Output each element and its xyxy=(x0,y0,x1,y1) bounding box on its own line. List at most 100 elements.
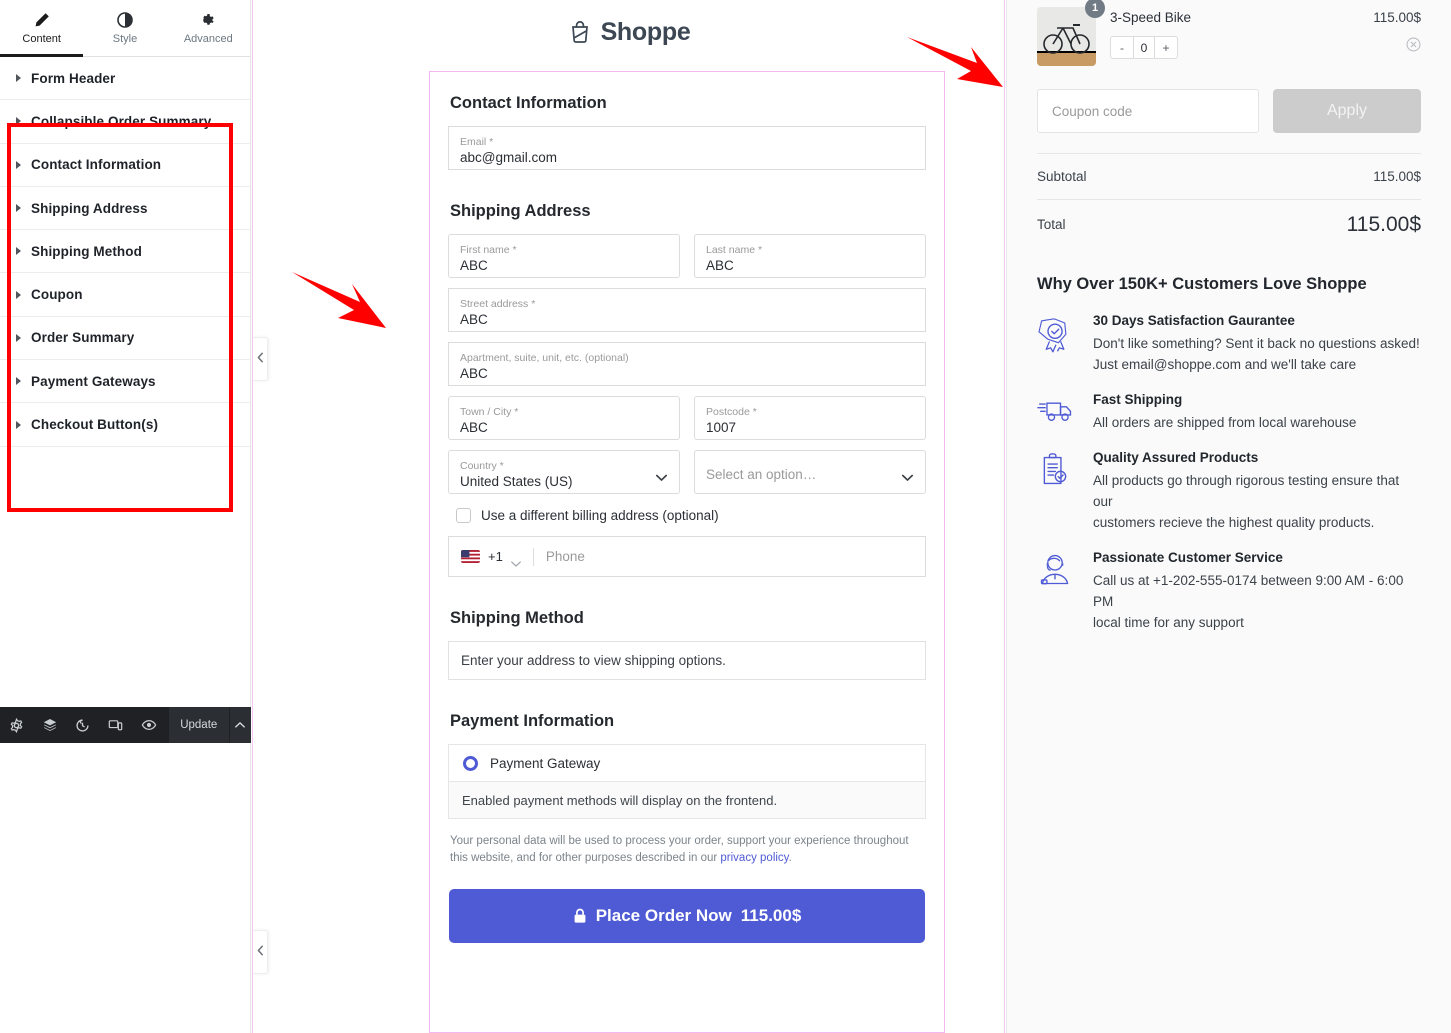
first-name-field[interactable]: First name * ABC xyxy=(448,234,680,278)
order-summary-panel: 1 3-Speed Bike - 0 + 115.00$ Coupon code… xyxy=(1006,0,1451,1033)
quantity-value[interactable]: 0 xyxy=(1133,37,1155,58)
history-icon[interactable] xyxy=(66,707,99,743)
quantity-increase-button[interactable]: + xyxy=(1155,37,1177,58)
section-label: Contact Information xyxy=(31,157,162,173)
section-label: Order Summary xyxy=(31,330,135,346)
quantity-decrease-button[interactable]: - xyxy=(1111,37,1133,58)
postcode-value: 1007 xyxy=(706,419,737,435)
gear-icon xyxy=(200,12,216,28)
shipping-address-title: Shipping Address xyxy=(450,202,591,220)
country-select[interactable]: Country * United States (US) xyxy=(448,450,680,494)
section-label: Form Header xyxy=(31,70,116,86)
total-label: Total xyxy=(1037,217,1066,232)
place-order-label: Place Order Now xyxy=(595,906,732,925)
place-order-amount: 115.00$ xyxy=(740,906,802,925)
caret-right-icon xyxy=(16,377,21,386)
responsive-mode-icon[interactable] xyxy=(99,707,132,743)
billing-address-label: Use a different billing address (optiona… xyxy=(481,508,719,523)
caret-right-icon xyxy=(16,204,21,213)
benefit-line-2: customers recieve the highest quality pr… xyxy=(1093,515,1375,530)
quantity-stepper[interactable]: - 0 + xyxy=(1110,36,1178,59)
country-label: Country * xyxy=(460,459,504,472)
remove-circle-icon[interactable] xyxy=(1406,37,1421,57)
benefit-title: 30 Days Satisfaction Gaurantee xyxy=(1093,313,1295,328)
section-item-coupon[interactable]: Coupon xyxy=(0,273,250,317)
benefit-text-block: Fast Shipping All orders are shipped fro… xyxy=(1093,392,1356,433)
cart-item: 1 3-Speed Bike - 0 + 115.00$ xyxy=(1037,0,1421,66)
payment-gateway-option[interactable]: Payment Gateway xyxy=(448,744,926,782)
phone-dial-code: +1 xyxy=(488,549,503,564)
section-item-order-summary[interactable]: Order Summary xyxy=(0,316,250,361)
editor-panel: Content Style Advanced Form Header Colla… xyxy=(0,0,251,1033)
settings-gear-icon[interactable] xyxy=(0,707,33,743)
canvas-collapse-handle-bottom[interactable] xyxy=(253,930,268,974)
total-row: Total 115.00$ xyxy=(1037,199,1421,249)
bicycle-photo xyxy=(1037,7,1096,66)
update-button[interactable]: Update xyxy=(169,707,229,743)
section-item-form-header[interactable]: Form Header xyxy=(0,57,250,101)
privacy-text: Your personal data will be used to proce… xyxy=(450,835,909,864)
chevron-up-icon[interactable] xyxy=(228,707,251,743)
benefit-line-1: Don't like something? Sent it back no qu… xyxy=(1093,336,1420,351)
benefit-title: Fast Shipping xyxy=(1093,392,1183,407)
section-item-contact-information[interactable]: Contact Information xyxy=(0,143,250,187)
guarantee-badge-icon xyxy=(1037,313,1077,375)
canvas-collapse-handle-top[interactable] xyxy=(253,337,268,381)
headset-agent-icon xyxy=(1037,550,1077,633)
street-address-field[interactable]: Street address * ABC xyxy=(448,288,926,332)
privacy-suffix: . xyxy=(788,852,792,864)
section-item-shipping-address[interactable]: Shipping Address xyxy=(0,186,250,231)
billing-address-checkbox[interactable] xyxy=(456,508,471,523)
layers-icon[interactable] xyxy=(33,707,66,743)
street-address-label: Street address * xyxy=(460,297,536,310)
section-item-collapsible-order-summary[interactable]: Collapsible Order Summary xyxy=(0,100,250,144)
payment-gateway-radio[interactable] xyxy=(463,755,478,771)
apply-coupon-button[interactable]: Apply xyxy=(1273,89,1421,133)
store-brand: Shoppe xyxy=(253,0,1004,58)
billing-address-checkbox-row[interactable]: Use a different billing address (optiona… xyxy=(448,494,926,536)
city-field[interactable]: Town / City * ABC xyxy=(448,396,680,440)
tab-content[interactable]: Content xyxy=(0,0,84,57)
us-flag-icon xyxy=(461,550,480,563)
preview-eye-icon[interactable] xyxy=(132,707,165,743)
total-value: 115.00$ xyxy=(1346,212,1421,236)
editor-tabs: Content Style Advanced xyxy=(0,0,250,57)
section-item-payment-gateways[interactable]: Payment Gateways xyxy=(0,360,250,404)
state-select[interactable]: Select an option… xyxy=(694,450,926,494)
last-name-field[interactable]: Last name * ABC xyxy=(694,234,926,278)
benefit-text-block: Passionate Customer Service Call us at +… xyxy=(1093,550,1421,633)
chevron-left-icon xyxy=(257,350,264,368)
coupon-input[interactable]: Coupon code xyxy=(1037,89,1259,133)
divider xyxy=(532,547,534,566)
phone-placeholder: Phone xyxy=(545,549,585,564)
subtotal-value: 115.00$ xyxy=(1373,169,1421,184)
section-label: Payment Gateways xyxy=(31,373,156,389)
cart-item-name: 3-Speed Bike xyxy=(1110,10,1192,25)
phone-field[interactable]: +1 Phone xyxy=(448,536,926,577)
postcode-label: Postcode * xyxy=(706,405,757,418)
email-field[interactable]: Email * abc@gmail.com xyxy=(448,126,926,170)
editor-bottom-bar: Update xyxy=(0,707,251,743)
benefit-text-block: Quality Assured Products All products go… xyxy=(1093,450,1421,533)
section-item-shipping-method[interactable]: Shipping Method xyxy=(0,230,250,274)
section-item-checkout-buttons[interactable]: Checkout Button(s) xyxy=(0,403,250,447)
subtotal-row: Subtotal 115.00$ xyxy=(1037,153,1421,199)
shipping-method-title: Shipping Method xyxy=(450,609,584,627)
section-label: Shipping Address xyxy=(31,200,148,216)
cart-item-qty-badge: 1 xyxy=(1085,0,1105,18)
chevron-down-icon[interactable] xyxy=(510,554,521,567)
privacy-policy-link[interactable]: privacy policy xyxy=(720,852,788,864)
subtotal-label: Subtotal xyxy=(1037,169,1087,184)
tab-style[interactable]: Style xyxy=(83,0,166,56)
postcode-field[interactable]: Postcode * 1007 xyxy=(694,396,926,440)
tab-advanced[interactable]: Advanced xyxy=(167,0,250,56)
city-value: ABC xyxy=(460,419,488,435)
apartment-field[interactable]: Apartment, suite, unit, etc. (optional) … xyxy=(448,342,926,386)
country-state-row: Country * United States (US) Select an o… xyxy=(448,450,926,494)
chevron-down-icon xyxy=(656,469,667,481)
section-label: Shipping Method xyxy=(31,243,142,259)
page-builder-app: Content Style Advanced Form Header Colla… xyxy=(0,0,1451,1033)
section-label: Checkout Button(s) xyxy=(31,417,159,433)
first-name-label: First name * xyxy=(460,243,517,256)
place-order-button[interactable]: Place Order Now 115.00$ xyxy=(449,889,925,943)
